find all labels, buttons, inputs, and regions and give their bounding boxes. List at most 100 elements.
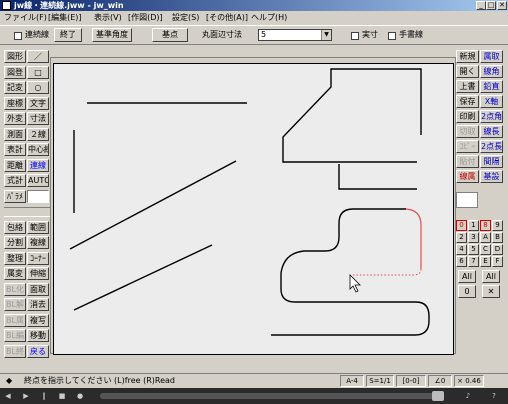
tool-button[interactable]: 線属	[456, 170, 479, 183]
menu-view[interactable]: 表示(V)	[94, 12, 122, 23]
tool-button[interactable]: 2点角	[480, 110, 503, 123]
layer-group-button[interactable]: 3	[468, 232, 479, 243]
tegaki-checkbox[interactable]	[388, 32, 396, 40]
tool-button[interactable]: 属取	[480, 50, 503, 63]
tool-button[interactable]: BL化	[4, 282, 26, 296]
tool-button[interactable]: 新規	[456, 50, 479, 63]
tool-button[interactable]: AUTO	[27, 174, 49, 187]
line-color-swatch[interactable]	[456, 192, 478, 208]
close-button[interactable]: ✕	[497, 1, 507, 10]
tool-button[interactable]: 線角	[480, 65, 503, 78]
tool-button[interactable]: 測面	[4, 127, 26, 141]
tool-button[interactable]: 図形	[4, 50, 26, 63]
tool-button[interactable]: 貼付	[456, 155, 479, 168]
tool-button[interactable]: 印刷	[456, 110, 479, 123]
menu-edit[interactable]: [編集(E)]	[48, 12, 82, 23]
layer-group-button[interactable]: 2	[456, 232, 467, 243]
help-icon[interactable]: ?	[488, 390, 500, 402]
tool-button[interactable]: BL解	[4, 298, 26, 311]
layer-group-all-button[interactable]: All	[482, 270, 500, 283]
layer-button[interactable]: 8	[480, 220, 491, 231]
tool-button[interactable]: ｺﾋﾟｰ	[456, 140, 479, 153]
menu-other[interactable]: [その他(A)]	[206, 12, 248, 23]
tool-button[interactable]: 保存	[456, 95, 479, 108]
tool-button[interactable]: BL属	[4, 313, 26, 327]
layer-group-button[interactable]: 4	[456, 244, 467, 255]
layer-zero-button[interactable]: 0	[458, 285, 476, 298]
play-icon[interactable]: ▶	[20, 390, 32, 402]
tool-button[interactable]: X軸	[480, 95, 503, 108]
minimize-button[interactable]: _	[476, 1, 486, 10]
tool-button[interactable]: 基設	[480, 170, 503, 183]
tool-button[interactable]: 整理	[4, 251, 26, 265]
music-icon[interactable]: ♪	[462, 390, 474, 402]
tool-button[interactable]: 複写	[27, 313, 49, 327]
menu-settings[interactable]: 設定(S)	[172, 12, 199, 23]
pause-icon[interactable]: ‖	[38, 390, 50, 402]
tool-button[interactable]: 鉛直	[480, 80, 503, 93]
tool-button[interactable]: 切取	[456, 125, 479, 138]
tool-button[interactable]: BL編	[4, 329, 26, 342]
tool-button[interactable]: 属変	[4, 267, 26, 280]
layer-group-button[interactable]: 5	[468, 244, 479, 255]
layer-button[interactable]: A	[480, 232, 491, 243]
tool-button[interactable]: 座標	[4, 96, 26, 110]
tool-button[interactable]: 中心線	[27, 143, 49, 156]
chevron-down-icon[interactable]: ▼	[321, 30, 331, 40]
tool-button[interactable]: ／	[27, 50, 49, 63]
tool-button[interactable]: ｺｰﾅｰ	[27, 251, 49, 265]
tool-button[interactable]: 消去	[27, 298, 49, 311]
stop-icon[interactable]: ■	[56, 390, 68, 402]
tool-button[interactable]: 表計	[4, 143, 26, 156]
tool-button[interactable]: 移動	[27, 329, 49, 342]
layer-button[interactable]: C	[480, 244, 491, 255]
tool-button[interactable]: 間隔	[480, 155, 503, 168]
maximize-button[interactable]: □	[486, 1, 496, 10]
layer-group-button[interactable]: 6	[456, 256, 467, 267]
menu-help[interactable]: ヘルプ(H)	[251, 12, 287, 23]
tool-button[interactable]: 開く	[456, 65, 479, 78]
layer-button[interactable]: E	[480, 256, 491, 267]
base-angle-button[interactable]: 基準角度	[92, 28, 132, 42]
progress-track[interactable]	[100, 393, 440, 399]
record-icon[interactable]: ●	[74, 390, 86, 402]
angle-display[interactable]: ∠0	[428, 375, 452, 387]
end-button[interactable]: 終了	[54, 28, 82, 42]
tool-button[interactable]	[27, 189, 49, 203]
tool-button[interactable]: 式計	[4, 174, 26, 187]
tool-button[interactable]: 戻る	[27, 344, 49, 358]
menu-draw[interactable]: [作図(D)]	[128, 12, 163, 23]
tool-button[interactable]: 2点長	[480, 140, 503, 153]
tool-button[interactable]: 記変	[4, 81, 26, 94]
layer-group-button[interactable]: 1	[468, 220, 479, 231]
tool-button[interactable]: 面取	[27, 282, 49, 296]
tool-button[interactable]: □	[27, 65, 49, 79]
tool-button[interactable]: 上書	[456, 80, 479, 93]
tool-button[interactable]: 連線	[27, 158, 49, 172]
layer-button[interactable]: D	[492, 244, 503, 255]
layer-button[interactable]: 9	[492, 220, 503, 231]
tool-button[interactable]: BL終	[4, 344, 26, 358]
tool-button[interactable]: 外変	[4, 112, 26, 125]
tool-button[interactable]: 文字	[27, 96, 49, 110]
drawing-canvas[interactable]	[53, 63, 454, 355]
layer-button[interactable]: F	[492, 256, 503, 267]
tool-button[interactable]: ○	[27, 81, 49, 94]
layer-clear-button[interactable]: ✕	[482, 285, 500, 298]
prev-icon[interactable]: ◀	[2, 390, 14, 402]
layer-group-button[interactable]: 0	[456, 220, 467, 231]
layer-button[interactable]: B	[492, 232, 503, 243]
zoom-display[interactable]: × 0.46	[454, 375, 484, 387]
tool-button[interactable]: 距離	[4, 158, 26, 172]
scale-display[interactable]: S=1/1	[366, 375, 394, 387]
tool-button[interactable]: 図登	[4, 65, 26, 79]
tool-button[interactable]: 複線	[27, 236, 49, 249]
layer-display[interactable]: [0-0]	[396, 375, 426, 387]
paper-size[interactable]: A-4	[340, 375, 364, 387]
renzoku-checkbox[interactable]	[14, 32, 22, 40]
tool-button[interactable]: 分割	[4, 236, 26, 249]
layer-all-button[interactable]: All	[458, 270, 476, 283]
tool-button[interactable]: 範囲	[27, 220, 49, 234]
jissun-checkbox[interactable]	[351, 32, 359, 40]
tool-button[interactable]: 寸法	[27, 112, 49, 125]
